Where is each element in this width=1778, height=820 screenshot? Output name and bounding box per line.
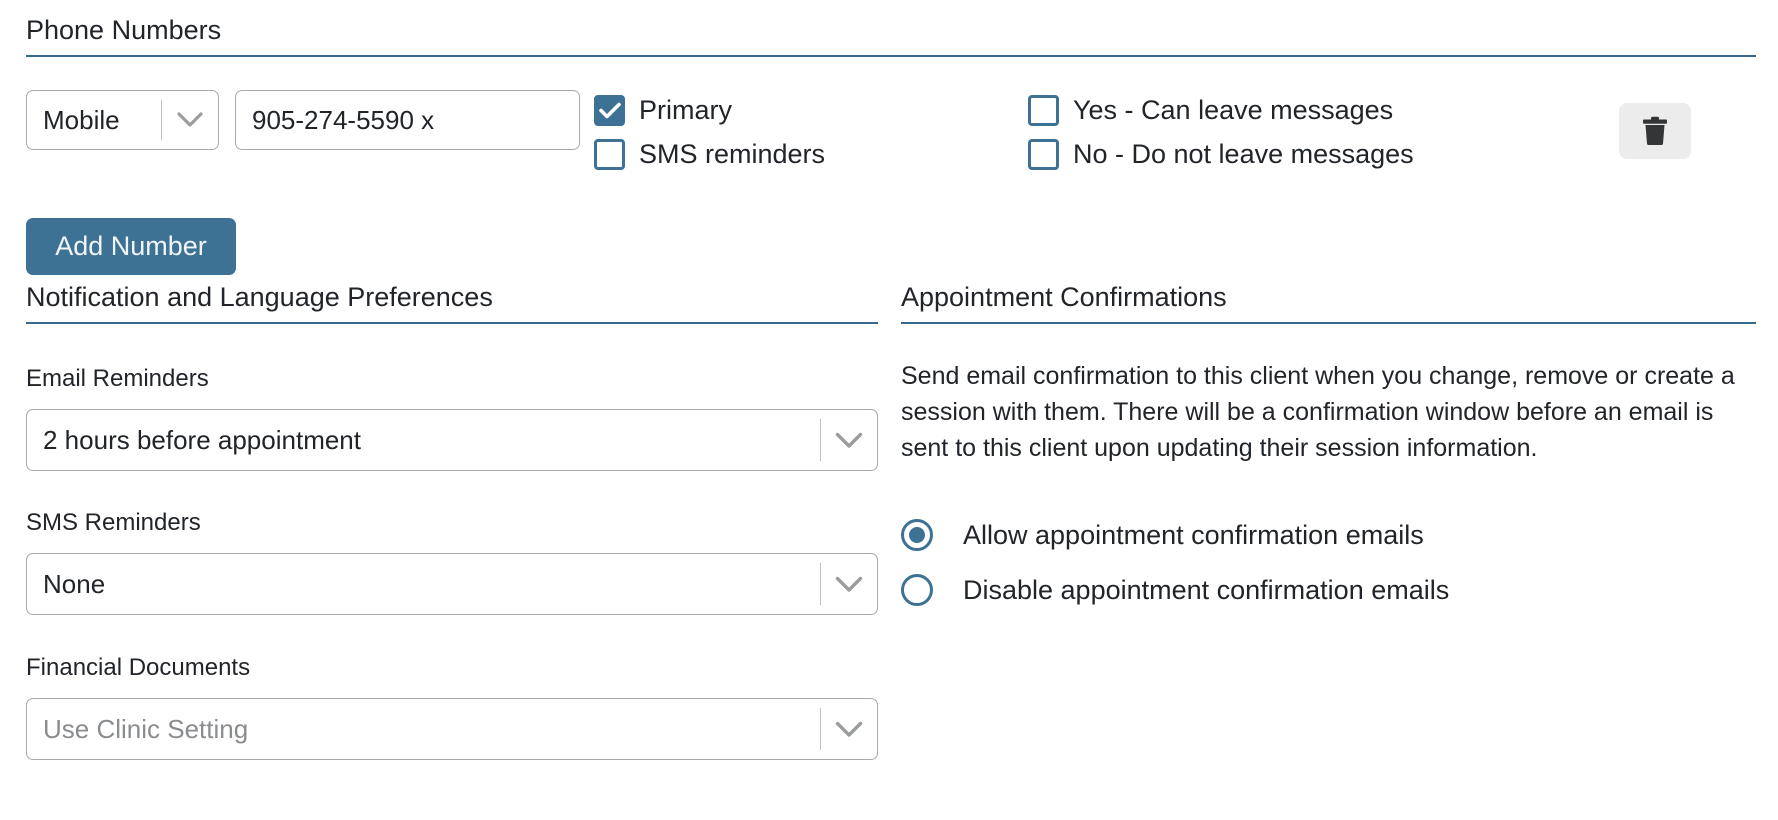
checkbox-box-sms-reminders[interactable] [594,139,625,170]
phone-type-value: Mobile [43,104,120,135]
client-contact-preferences-page: Phone Numbers Mobile Primary SMS reminde… [0,0,1778,820]
sms-reminders-value: None [43,568,106,599]
section-header-phone-numbers: Phone Numbers [26,15,1756,57]
financial-documents-select[interactable]: Use Clinic Setting [26,698,878,760]
chevron-down-icon [821,576,877,593]
phone-type-select[interactable]: Mobile [26,90,219,150]
checkbox-label-sms-reminders: SMS reminders [639,139,826,169]
trash-icon [1640,115,1670,147]
checkbox-label-primary: Primary [639,95,732,125]
radio-circle-disable[interactable] [901,574,933,606]
section-header-appointment-confirmations: Appointment Confirmations [901,282,1756,324]
delete-phone-number-button[interactable] [1619,103,1691,159]
appointment-confirmations-description: Send email confirmation to this client w… [901,362,1735,462]
checkbox-box-can-leave-messages[interactable] [1028,95,1059,126]
checkbox-can-leave-messages[interactable]: Yes - Can leave messages [1028,95,1393,126]
chevron-down-icon [162,112,218,128]
checkbox-box-do-not-leave-messages[interactable] [1028,139,1059,170]
label-financial-documents: Financial Documents [26,654,251,681]
sms-reminders-select[interactable]: None [26,553,878,615]
checkbox-primary[interactable]: Primary [594,95,732,126]
checkbox-do-not-leave-messages[interactable]: No - Do not leave messages [1028,139,1414,170]
section-header-notification-language-preferences: Notification and Language Preferences [26,282,878,324]
radio-label-disable: Disable appointment confirmation emails [963,574,1450,605]
financial-documents-value: Use Clinic Setting [43,713,249,744]
checkbox-box-primary[interactable] [594,95,625,126]
radio-disable-confirmation-emails[interactable]: Disable appointment confirmation emails [901,574,1449,606]
radio-dot-allow [909,527,925,543]
chevron-down-icon [821,432,877,449]
label-email-reminders: Email Reminders [26,365,209,392]
label-sms-reminders: SMS Reminders [26,509,201,536]
radio-allow-confirmation-emails[interactable]: Allow appointment confirmation emails [901,519,1424,551]
checkbox-sms-reminders[interactable]: SMS reminders [594,139,825,170]
phone-number-input[interactable] [235,90,580,150]
checkbox-label-can-leave-messages: Yes - Can leave messages [1073,95,1394,125]
checkbox-label-do-not-leave-messages: No - Do not leave messages [1073,139,1414,169]
add-number-button[interactable]: Add Number [26,218,236,275]
radio-label-allow: Allow appointment confirmation emails [963,519,1424,550]
chevron-down-icon [821,721,877,738]
email-reminders-select[interactable]: 2 hours before appointment [26,409,878,471]
radio-circle-allow[interactable] [901,519,933,551]
email-reminders-value: 2 hours before appointment [43,424,361,455]
